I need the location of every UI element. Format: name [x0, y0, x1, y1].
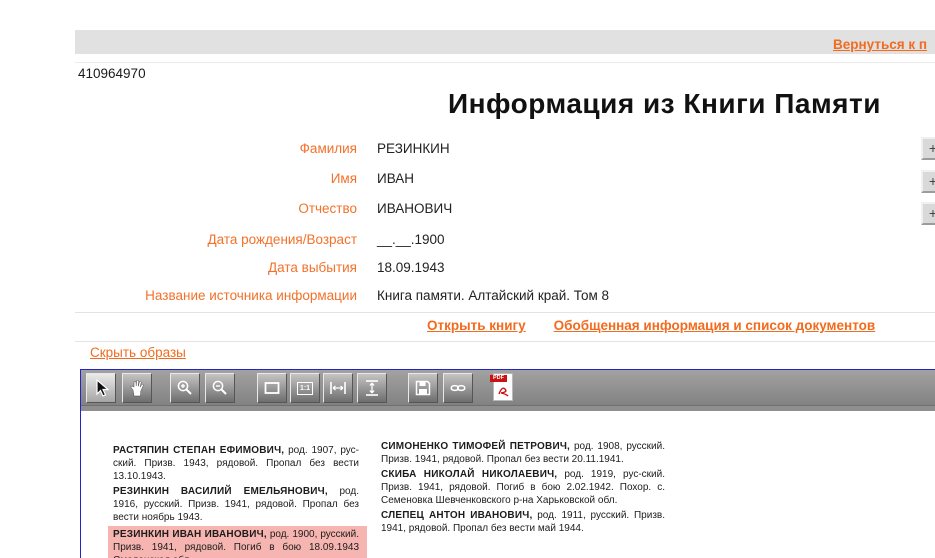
copy-link-button[interactable]: [443, 373, 473, 403]
scan-entry: СИМОНЕНКО ТИМОФЕЙ ПЕТРОВИЧ, род. 1908, р…: [381, 440, 665, 466]
actual-size-button[interactable]: 1:1: [290, 373, 320, 403]
field-value-firstname: ИВАН: [377, 171, 414, 186]
fit-height-icon: [362, 378, 382, 398]
field-label-birthdate: Дата рождения/Возраст: [0, 232, 357, 247]
field-label-surname: Фамилия: [0, 141, 357, 156]
pdf-export-button[interactable]: PDF: [490, 373, 516, 403]
scan-entry: РЕЗИНКИН ВАСИЛИЙ ЕМЕЛЬЯНОВИЧ, род. 1916,…: [113, 485, 359, 524]
page-title: Информация из Книги Памяти: [448, 88, 881, 120]
field-value-deathdate: 18.09.1943: [377, 260, 445, 275]
top-gray-bar: [75, 30, 935, 54]
separator-line: [75, 312, 935, 313]
open-book-link[interactable]: Открыть книгу: [427, 318, 526, 333]
field-label-source: Название источника информации: [0, 288, 357, 303]
memory-book-page: Вернуться к п 410964970 Информация из Кн…: [0, 0, 935, 558]
field-value-source: Книга памяти. Алтайский край. Том 8: [377, 288, 609, 303]
summary-documents-link[interactable]: Обобщенная информация и список документо…: [554, 318, 876, 333]
scan-entry: СЛЕПЕЦ АНТОН ИВАНОВИЧ, род. 1911, русски…: [381, 509, 665, 535]
fit-width-button[interactable]: [323, 373, 353, 403]
scan-right-column: СИМОНЕНКО ТИМОФЕЙ ПЕТРОВИЧ, род. 1908, р…: [381, 440, 665, 537]
zoom-out-icon: [210, 378, 230, 398]
select-tool-button[interactable]: [86, 373, 116, 403]
save-image-button[interactable]: [408, 373, 438, 403]
scan-entry: СКИБА НИКОЛАЙ НИКОЛАЕВИЧ, род. 1919, рус…: [381, 468, 665, 507]
field-row-firstname: Имя ИВАН: [0, 171, 935, 189]
field-row-source: Название источника информации Книга памя…: [0, 288, 935, 306]
back-to-search-link[interactable]: Вернуться к п: [833, 37, 927, 52]
field-row-birthdate: Дата рождения/Возраст __.__.1900: [0, 232, 935, 250]
field-value-birthdate: __.__.1900: [377, 232, 445, 247]
patronymic-add-button[interactable]: +: [921, 202, 935, 225]
cursor-arrow-icon: [91, 378, 111, 398]
zoom-out-button[interactable]: [205, 373, 235, 403]
fit-height-button[interactable]: [357, 373, 387, 403]
marquee-rectangle-icon: [262, 378, 282, 398]
image-viewer: 1:1: [80, 369, 935, 558]
zoom-in-icon: [175, 378, 195, 398]
pan-tool-button[interactable]: [122, 373, 152, 403]
field-value-surname: РЕЗИНКИН: [377, 141, 450, 156]
field-row-deathdate: Дата выбытия 18.09.1943: [0, 260, 935, 278]
floppy-disk-icon: [413, 378, 433, 398]
hide-images-link[interactable]: Скрыть образы: [90, 345, 186, 360]
viewer-toolbar: 1:1: [81, 370, 935, 405]
separator-line: [75, 62, 935, 63]
chain-link-icon: [448, 378, 468, 398]
field-row-surname: Фамилия РЕЗИНКИН: [0, 141, 935, 159]
field-label-deathdate: Дата выбытия: [0, 260, 357, 275]
hand-icon: [127, 378, 147, 398]
surname-add-button[interactable]: +: [921, 137, 935, 160]
field-value-patronymic: ИВАНОВИЧ: [377, 201, 452, 216]
action-links-row: Открыть книгу Обобщенная информация и сп…: [427, 318, 875, 333]
record-id: 410964970: [78, 66, 146, 81]
pdf-swoosh-icon: [498, 384, 510, 402]
field-label-firstname: Имя: [0, 171, 357, 186]
separator-line: [75, 341, 935, 342]
marquee-zoom-button[interactable]: [257, 373, 287, 403]
one-to-one-icon: 1:1: [297, 382, 313, 395]
firstname-add-button[interactable]: +: [921, 170, 935, 193]
zoom-in-button[interactable]: [170, 373, 200, 403]
scan-entry-highlighted: РЕЗИНКИН ИВАН ИВАНОВИЧ, род. 1900, русск…: [108, 526, 367, 558]
scan-entry: РАСТЯПИН СТЕПАН ЕФИМОВИЧ, род. 1907, рус…: [113, 444, 359, 483]
fit-width-icon: [328, 378, 348, 398]
field-label-patronymic: Отчество: [0, 201, 357, 216]
pdf-label: PDF: [490, 375, 507, 382]
scan-left-column: РАСТЯПИН СТЕПАН ЕФИМОВИЧ, род. 1907, рус…: [113, 444, 359, 558]
field-row-patronymic: Отчество ИВАНОВИЧ: [0, 201, 935, 219]
